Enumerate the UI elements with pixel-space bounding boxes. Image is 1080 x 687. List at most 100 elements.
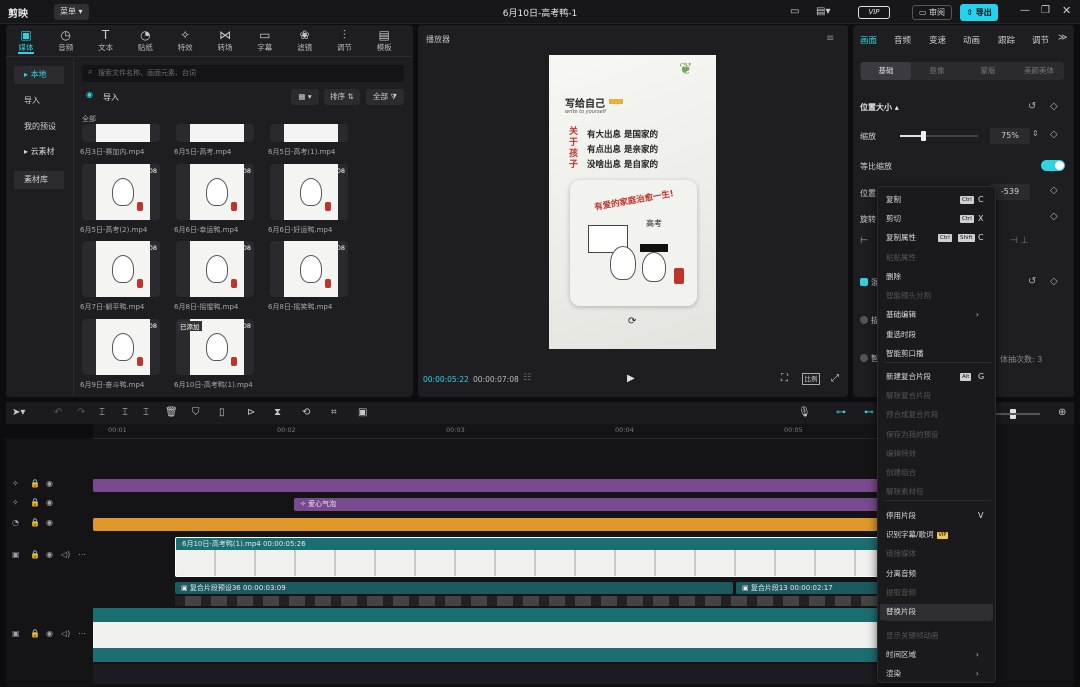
tab-audio[interactable]: ◷ 音频 [47, 28, 85, 53]
sidebar-item-cloud[interactable]: ▸ 云素材 [14, 143, 64, 161]
view-toggle-button[interactable]: ▦ ▾ [291, 89, 319, 105]
main-track-strip-bottom[interactable] [93, 648, 878, 662]
effect-clip-heart[interactable]: ✧ 爱心气泡 [294, 498, 878, 511]
lock-icon[interactable]: 🔒 [30, 629, 40, 638]
uniform-scale-toggle[interactable] [1041, 160, 1065, 171]
redo-icon[interactable]: ↷ [77, 407, 85, 418]
main-track-frames[interactable] [93, 622, 878, 648]
review-button[interactable]: ▭ 审阅 [912, 5, 952, 20]
scale-keyframe-icon[interactable]: ◇ [1050, 129, 1058, 140]
menu-item[interactable]: 剪切 Ctrl X [886, 211, 989, 227]
sidebar-item-import[interactable]: 导入 [14, 92, 64, 110]
lock-icon[interactable]: 🔒 [30, 518, 40, 527]
menu-item[interactable]: 时间区域 › [886, 647, 989, 663]
link-icon[interactable]: ⊶ [836, 407, 846, 418]
sidebar-item-library[interactable]: 素材库 [14, 171, 64, 189]
align-right-icons[interactable]: ⊣ ⊥ [1010, 236, 1029, 246]
inspector-subtab[interactable]: 基础 [861, 62, 911, 80]
tab-text[interactable]: T 文本 [87, 28, 125, 53]
main-video-clip[interactable]: 6月10日-高考鸭(1).mp4 00:00:05:26 [175, 537, 878, 577]
menu-item[interactable]: 识别字幕/歌词 VIP [886, 527, 989, 543]
tab-media[interactable]: ▣ 媒体 [7, 28, 45, 53]
menu-item[interactable]: 渲染 › [886, 666, 989, 682]
image-adjust-icon[interactable]: ▣ [358, 407, 367, 418]
rotate-keyframe-icon[interactable]: ◇ [1050, 211, 1058, 222]
media-thumbnail[interactable]: 08 [176, 241, 254, 297]
menu-item[interactable]: 删除 [886, 269, 989, 285]
delete-icon[interactable]: 🗑 [165, 407, 178, 418]
filter-button[interactable]: 全部 ⧩ [366, 89, 404, 105]
reset-icon[interactable]: ↺ [1028, 101, 1036, 112]
menu-item[interactable]: 复制 Ctrl C [886, 192, 989, 208]
sort-button[interactable]: 排序 ⇅ [324, 89, 360, 105]
menu-item[interactable]: 替换片段 [880, 604, 993, 620]
inspector-subtab[interactable]: 蒙版 [963, 62, 1013, 80]
media-thumbnail[interactable]: 08 [270, 164, 348, 220]
media-thumbnail[interactable]: 08 [176, 164, 254, 220]
keyframe-icon[interactable]: ◇ [1050, 101, 1058, 112]
mix-reset-icon[interactable]: ↺ [1028, 276, 1036, 287]
lock-icon[interactable]: 🔒 [30, 479, 40, 488]
menu-item[interactable]: 重选时段 [886, 327, 989, 343]
split-icon[interactable]: ⌶ [99, 407, 105, 418]
lock-icon[interactable]: 🔒 [30, 498, 40, 507]
media-search-input[interactable]: 搜索文件名称、画面元素、台词 [82, 65, 404, 82]
main-track-strip-top[interactable] [93, 608, 878, 622]
mirror-icon[interactable]: ⧗ [274, 407, 281, 418]
media-thumbnail[interactable]: 08 [82, 319, 160, 375]
more-icon[interactable]: ⋯ [78, 550, 86, 559]
rotate-handle-icon[interactable]: ⟳ [628, 316, 636, 327]
loop-radio[interactable] [860, 354, 868, 362]
split-right-icon[interactable]: ⌶ [143, 407, 149, 418]
window-layout-icon[interactable]: ▤▾ [816, 6, 830, 17]
mix-keyframe-icon[interactable]: ◇ [1050, 276, 1058, 287]
freeze-icon[interactable]: ▯ [219, 407, 225, 418]
tab-template[interactable]: ▤ 模板 [365, 28, 403, 53]
menu-item[interactable]: 复制属性 Ctrl Shift C [886, 230, 989, 246]
tab-effects[interactable]: ✧ 特效 [166, 28, 204, 53]
zoom-in-icon[interactable]: ⊕ [1058, 407, 1066, 418]
player-menu-icon[interactable]: ≡ [826, 33, 834, 44]
close-icon[interactable]: ✕ [1062, 4, 1071, 17]
split-left-icon[interactable]: ⌶ [122, 407, 128, 418]
mix-checkbox[interactable] [860, 278, 868, 286]
media-thumbnail[interactable] [176, 124, 254, 142]
eye-icon[interactable]: ◉ [46, 518, 53, 527]
position-y-field[interactable]: -539 [990, 184, 1030, 200]
eye-icon[interactable]: ◉ [46, 550, 53, 559]
tab-filter[interactable]: ❀ 滤镜 [286, 28, 324, 53]
more-tabs-icon[interactable]: ≫ [1058, 33, 1067, 43]
speaker-icon[interactable]: ◁) [61, 550, 70, 559]
reverse-icon[interactable]: ⊳ [247, 407, 255, 418]
ratio-button[interactable]: 比例 [802, 373, 820, 385]
position-keyframe-icon[interactable]: ◇ [1050, 185, 1058, 196]
inspector-tab[interactable]: 变速 [929, 34, 946, 46]
compound-clip-2[interactable]: ▣ 复合片段13 00:00:02:17 [736, 582, 878, 594]
expand-icon[interactable]: ⤢ [831, 373, 839, 384]
inspector-tab[interactable]: 调节 [1032, 34, 1049, 46]
tab-sticker[interactable]: ◔ 贴纸 [126, 28, 164, 53]
align-icons[interactable]: ⊢ [860, 236, 868, 246]
tab-adjust[interactable]: ⫶ 调节 [325, 28, 363, 53]
select-tool-icon[interactable]: ➤▾ [12, 407, 25, 418]
layout-icon[interactable]: ▭ [790, 6, 799, 17]
inspector-tab[interactable]: 动画 [963, 34, 980, 46]
inspector-subtab[interactable]: 美颜美体 [1014, 62, 1064, 80]
speaker-icon[interactable]: ◁) [61, 629, 70, 638]
play-icon[interactable]: ▶ [627, 373, 635, 384]
rotate-tool-icon[interactable]: ⟲ [302, 407, 310, 418]
zoom-slider[interactable] [996, 413, 1040, 415]
tab-subtitle[interactable]: ▭ 字幕 [246, 28, 284, 53]
scale-slider-knob[interactable] [921, 131, 927, 141]
export-button[interactable]: ⇧ 导出 [960, 4, 998, 21]
magnet-icon[interactable]: ⊷ [864, 407, 874, 418]
menu-button[interactable]: 菜单 ▾ [54, 4, 89, 20]
eye-icon[interactable]: ◉ [46, 498, 53, 507]
eye-icon[interactable]: ◉ [46, 479, 53, 488]
inspector-subtab[interactable]: 抠像 [912, 62, 962, 80]
microphone-icon[interactable]: 🎙 [798, 407, 811, 418]
maximize-icon[interactable]: ❐ [1041, 5, 1050, 16]
scale-slider[interactable] [900, 131, 978, 141]
media-thumbnail[interactable]: 08 已添加 [176, 319, 254, 375]
media-thumbnail[interactable]: 08 [270, 241, 348, 297]
